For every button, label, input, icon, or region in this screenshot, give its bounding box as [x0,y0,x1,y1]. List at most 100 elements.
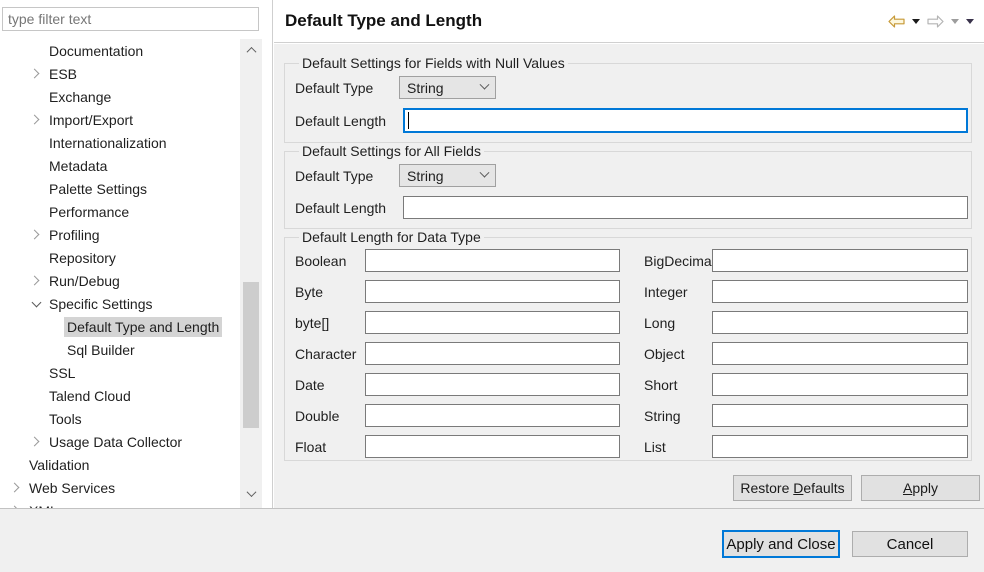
expander-collapsed-icon[interactable] [6,501,26,509]
expander-collapsed-icon[interactable] [26,110,46,130]
default-type-combo-null[interactable]: String [399,76,496,99]
dtl-integer-input[interactable] [712,280,968,303]
tree-item-label: Talend Cloud [46,386,134,406]
apply-and-close-button[interactable]: Apply and Close [722,530,840,558]
back-icon[interactable] [888,13,905,29]
dtl-date-input[interactable] [365,373,620,396]
restore-defaults-button[interactable]: Restore Defaults [733,475,852,501]
cancel-button[interactable]: Cancel [852,531,968,557]
forward-menu-caret-icon[interactable] [951,13,959,29]
expander-collapsed-icon[interactable] [6,478,26,498]
dialog-button-bar: Apply and Close Cancel [0,508,984,572]
dtl-short-input[interactable] [712,373,968,396]
dtl-byte-label: Byte [295,284,365,300]
tree-item-repository[interactable]: Repository [0,246,240,269]
dtl-integer-label: Integer [620,284,712,300]
tree-item-ssl[interactable]: SSL [0,361,240,384]
view-menu-caret-icon[interactable] [966,13,974,29]
btn-text: pply [912,480,938,496]
tree-item-import-export[interactable]: Import/Export [0,108,240,131]
default-length-input-null[interactable] [403,108,968,133]
tree-item-esb[interactable]: ESB [0,62,240,85]
tree-item-metadata[interactable]: Metadata [0,154,240,177]
page-header: Default Type and Length [274,0,984,43]
expander-spacer [26,363,46,383]
tree-item-profiling[interactable]: Profiling [0,223,240,246]
tree-item-specific-settings[interactable]: Specific Settings [0,292,240,315]
tree-item-label: Exchange [46,87,114,107]
preference-page-body: Default Settings for Fields with Null Va… [274,44,984,508]
dtl-object-input[interactable] [712,342,968,365]
dtl-string-input[interactable] [712,404,968,427]
dtl-character-input[interactable] [365,342,620,365]
tree-item-label: XML [26,501,61,509]
expander-collapsed-icon[interactable] [26,64,46,84]
dtl-byte-label: byte[] [295,315,365,331]
tree-item-run-debug[interactable]: Run/Debug [0,269,240,292]
tree-item-performance[interactable]: Performance [0,200,240,223]
btn-mnemonic: A [903,480,912,496]
scrollbar-thumb[interactable] [243,282,259,428]
dtl-date-label: Date [295,377,365,393]
apply-button[interactable]: Apply [861,475,980,501]
dtl-byte-input[interactable] [365,280,620,303]
dtl-double-input[interactable] [365,404,620,427]
dtl-float-label: Float [295,439,365,455]
expander-expanded-icon[interactable] [26,294,46,314]
tree-item-label: Sql Builder [64,340,138,360]
dtl-byte-input[interactable] [365,311,620,334]
expander-spacer [26,202,46,222]
tree-item-label: Repository [46,248,119,268]
forward-icon[interactable] [927,13,944,29]
tree-item-exchange[interactable]: Exchange [0,85,240,108]
dtl-boolean-input[interactable] [365,249,620,272]
tree-item-label: Specific Settings [46,294,156,314]
scroll-down-icon[interactable] [240,484,262,502]
expander-collapsed-icon[interactable] [26,225,46,245]
dtl-string-label: String [620,408,712,424]
dtl-bigdecimal-input[interactable] [712,249,968,272]
expander-spacer [44,317,64,337]
dtl-long-label: Long [620,315,712,331]
dtl-object-label: Object [620,346,712,362]
default-type-combo-all[interactable]: String [399,164,496,187]
dtl-float-input[interactable] [365,435,620,458]
page-nav [888,13,974,29]
tree-item-talend-cloud[interactable]: Talend Cloud [0,384,240,407]
chevron-down-icon [480,168,490,178]
tree-item-palette-settings[interactable]: Palette Settings [0,177,240,200]
tree-item-default-type-and-length[interactable]: Default Type and Length [0,315,240,338]
tree-item-internationalization[interactable]: Internationalization [0,131,240,154]
group-null-values: Default Settings for Fields with Null Va… [284,55,972,143]
btn-mnemonic: D [793,480,803,496]
group-data-type-lengths-legend: Default Length for Data Type [299,229,484,245]
filter-input[interactable] [2,7,259,31]
group-null-values-legend: Default Settings for Fields with Null Va… [299,55,568,71]
tree-item-label: Metadata [46,156,110,176]
default-length-input-all[interactable] [403,196,968,219]
scroll-up-icon[interactable] [240,41,262,59]
data-type-length-grid: BooleanBigDecimalByteIntegerbyte[]LongCh… [295,249,968,458]
default-type-label: Default Type [295,168,399,184]
expander-spacer [26,248,46,268]
expander-spacer [44,340,64,360]
tree-item-documentation[interactable]: Documentation [0,39,240,62]
tree-item-sql-builder[interactable]: Sql Builder [0,338,240,361]
tree-item-label: Usage Data Collector [46,432,185,452]
tree-item-label: Performance [46,202,132,222]
default-type-combo-null-value: String [407,80,444,96]
expander-spacer [26,133,46,153]
tree-scrollbar[interactable] [240,39,262,508]
tree-item-xml[interactable]: XML [0,499,240,508]
dtl-list-input[interactable] [712,435,968,458]
default-type-combo-all-value: String [407,168,444,184]
expander-collapsed-icon[interactable] [26,432,46,452]
tree-item-tools[interactable]: Tools [0,407,240,430]
back-menu-caret-icon[interactable] [912,13,920,29]
tree-item-usage-data-collector[interactable]: Usage Data Collector [0,430,240,453]
group-all-fields: Default Settings for All Fields Default … [284,143,972,229]
expander-collapsed-icon[interactable] [26,271,46,291]
tree-item-validation[interactable]: Validation [0,453,240,476]
tree-item-web-services[interactable]: Web Services [0,476,240,499]
dtl-long-input[interactable] [712,311,968,334]
